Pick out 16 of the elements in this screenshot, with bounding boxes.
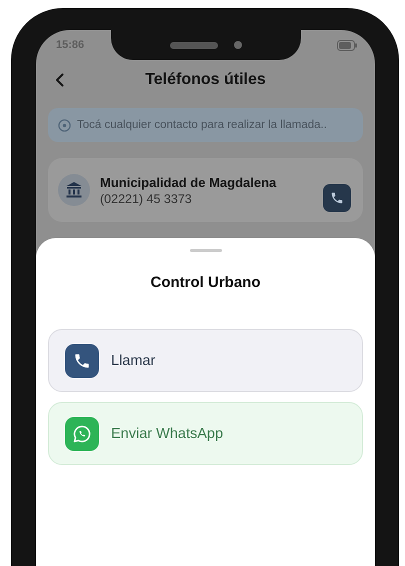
- info-icon: [58, 118, 71, 132]
- call-button[interactable]: [323, 184, 351, 212]
- sheet-handle[interactable]: [190, 249, 222, 252]
- sheet-title: Control Urbano: [150, 274, 260, 291]
- contact-name: Municipalidad de Magdalena: [100, 174, 278, 190]
- chat-bubble-icon: [65, 416, 99, 450]
- phone-icon: [65, 344, 99, 378]
- battery-icon: [337, 40, 357, 50]
- hint-text: Tocá cualquier contacto para realizar la llamada..: [77, 119, 327, 131]
- contact-card[interactable]: Municipalidad de Magdalena (02221) 45 3373: [48, 158, 363, 222]
- contact-phone: (02221) 45 3373: [100, 192, 193, 206]
- whatsapp-option[interactable]: Enviar WhatsApp: [48, 402, 363, 465]
- phone-icon: [330, 191, 344, 205]
- page-title: Teléfonos útiles: [145, 71, 266, 89]
- call-option[interactable]: Llamar: [48, 329, 363, 392]
- building-icon: [58, 174, 90, 206]
